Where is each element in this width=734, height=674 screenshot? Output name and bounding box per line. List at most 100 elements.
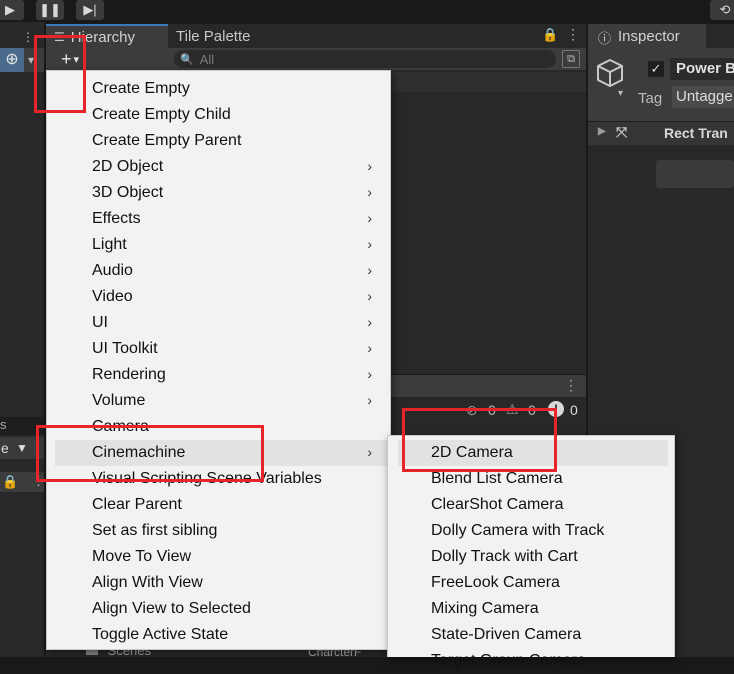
menu-item-ui-toolkit[interactable]: UI Toolkit › — [47, 336, 390, 362]
menu-item-video[interactable]: Video › — [47, 284, 390, 310]
submenu-arrow-icon: › — [367, 392, 372, 408]
menu-item-align-view-to-selected[interactable]: Align View to Selected — [47, 596, 390, 622]
tab-inspector[interactable]: ⓘ Inspector — [588, 24, 706, 48]
history-button[interactable]: ⟲ — [710, 0, 734, 20]
submenu-item-label: Dolly Track with Cart — [431, 548, 578, 565]
submenu-arrow-icon: › — [367, 236, 372, 252]
pause-button[interactable]: ❚❚ — [36, 0, 64, 20]
menu-item-label: UI Toolkit — [92, 340, 158, 357]
menu-item-label: 3D Object — [92, 184, 164, 201]
menu-item-label: Create Empty Child — [92, 106, 231, 123]
menu-item-create-empty-child[interactable]: Create Empty Child — [47, 102, 390, 128]
submenu-item-label: FreeLook Camera — [431, 574, 560, 591]
tag-label: Tag — [638, 90, 663, 107]
top-toolbar: ▶ ❚❚ ▶| ⟲ — [0, 0, 734, 22]
scene-visibility-icon[interactable]: ⧉ — [562, 50, 580, 68]
scene-view-strip: ⋮ ⊕ ▾ s e ▼ 🔒 ⋮ — [0, 22, 45, 657]
menu-item-create-empty[interactable]: Create Empty — [47, 76, 390, 102]
menu-item-label: UI — [92, 314, 108, 331]
submenu-item-state-driven-camera[interactable]: State-Driven Camera — [388, 622, 674, 648]
object-name-field[interactable]: Power B — [670, 58, 734, 80]
hierarchy-row[interactable] — [386, 72, 586, 92]
search-icon: 🔍 — [180, 53, 194, 66]
menu-item-label: Create Empty Parent — [92, 132, 242, 149]
menu-item-toggle-active-state[interactable]: Toggle Active State — [47, 622, 390, 648]
kebab-menu-icon[interactable]: ⋮ — [566, 26, 580, 43]
menu-item-label: Rendering — [92, 366, 166, 383]
submenu-arrow-icon: › — [367, 314, 372, 330]
info-circle-icon: ⓘ — [598, 31, 612, 46]
annotation-box-cinemachine — [36, 425, 264, 482]
chevron-down-icon: ▼ — [16, 441, 28, 455]
component-label: Rect Tran — [664, 125, 728, 141]
inspector-button[interactable] — [656, 160, 734, 188]
menu-item-ui[interactable]: UI › — [47, 310, 390, 336]
menu-item-3d-object[interactable]: 3D Object › — [47, 180, 390, 206]
history-icon: ⟲ — [719, 2, 731, 17]
foldout-arrow-icon[interactable]: ▶ — [598, 126, 606, 137]
submenu-item-label: Blend List Camera — [431, 470, 563, 487]
menu-item-create-empty-parent[interactable]: Create Empty Parent — [47, 128, 390, 154]
submenu-item-dolly-track-with-cart[interactable]: Dolly Track with Cart — [388, 544, 674, 570]
lock-icon[interactable]: 🔒 — [2, 474, 18, 490]
menu-item-label: Move To View — [92, 548, 192, 565]
submenu-item-freelook-camera[interactable]: FreeLook Camera — [388, 570, 674, 596]
menu-item-audio[interactable]: Audio › — [47, 258, 390, 284]
menu-item-clear-parent[interactable]: Clear Parent — [47, 492, 390, 518]
pause-icon: ❚❚ — [39, 2, 61, 17]
submenu-item-label: State-Driven Camera — [431, 626, 582, 643]
submenu-arrow-icon: › — [367, 288, 372, 304]
step-icon: ▶| — [83, 2, 97, 17]
menu-item-set-as-first-sibling[interactable]: Set as first sibling — [47, 518, 390, 544]
submenu-item-mixing-camera[interactable]: Mixing Camera — [388, 596, 674, 622]
menu-item-label: Create Empty — [92, 80, 190, 97]
tab-tile-palette[interactable]: Tile Palette — [168, 24, 298, 48]
submenu-item-clearshot-camera[interactable]: ClearShot Camera — [388, 492, 674, 518]
menu-item-label: Volume — [92, 392, 146, 409]
menu-item-effects[interactable]: Effects › — [47, 206, 390, 232]
step-button[interactable]: ▶| — [76, 0, 104, 20]
submenu-arrow-icon: › — [367, 158, 372, 174]
gizmo-globe-icon[interactable]: ⊕ — [0, 48, 24, 72]
menu-item-label: Toggle Active State — [92, 626, 229, 643]
rect-transform-icon: ⤧ — [616, 124, 628, 140]
menu-item-label: Video — [92, 288, 133, 305]
menu-item-light[interactable]: Light › — [47, 232, 390, 258]
menu-item-align-with-view[interactable]: Align With View — [47, 570, 390, 596]
annotation-box-2d-camera — [402, 408, 557, 472]
kebab-menu-icon[interactable]: ⋮ — [564, 377, 578, 394]
tab-tile-palette-label: Tile Palette — [176, 27, 251, 45]
submenu-arrow-icon: › — [367, 366, 372, 382]
tab-inspector-label: Inspector — [618, 27, 680, 45]
search-input[interactable]: 🔍 All — [174, 50, 556, 68]
info-count: 0 — [570, 402, 578, 418]
play-button[interactable]: ▶ — [0, 0, 24, 20]
chevron-down-icon[interactable]: ▾ — [618, 88, 623, 99]
menu-item-label: Align With View — [92, 574, 203, 591]
search-placeholder: All — [199, 51, 215, 67]
menu-item-2d-object[interactable]: 2D Object › — [47, 154, 390, 180]
lock-icon[interactable]: 🔒 — [542, 27, 558, 43]
menu-item-label: Align View to Selected — [92, 600, 251, 617]
layout-dropdown-label: e — [1, 440, 9, 456]
submenu-item-label: Target Group Camera — [431, 652, 586, 669]
cube-icon — [597, 58, 623, 88]
active-checkbox[interactable]: ✓ — [648, 61, 664, 77]
rect-transform-header[interactable]: ▶ ⤧ Rect Tran — [588, 121, 734, 145]
tag-dropdown[interactable]: Untagge — [672, 86, 734, 108]
play-icon: ▶ — [5, 2, 15, 17]
menu-item-label: Clear Parent — [92, 496, 182, 513]
submenu-item-target-group-camera[interactable]: Target Group Camera — [388, 648, 674, 674]
submenu-item-label: Dolly Camera with Track — [431, 522, 605, 539]
menu-item-label: Set as first sibling — [92, 522, 218, 539]
menu-item-rendering[interactable]: Rendering › — [47, 362, 390, 388]
menu-item-volume[interactable]: Volume › — [47, 388, 390, 414]
submenu-arrow-icon: › — [367, 444, 372, 460]
submenu-arrow-icon: › — [367, 210, 372, 226]
menu-item-label: Light — [92, 236, 127, 253]
submenu-item-dolly-camera-with-track[interactable]: Dolly Camera with Track — [388, 518, 674, 544]
submenu-arrow-icon: › — [367, 340, 372, 356]
menu-item-move-to-view[interactable]: Move To View — [47, 544, 390, 570]
hierarchy-toolbar: + ▾ 🔍 All ⧉ — [46, 48, 586, 70]
annotation-box-create-button — [34, 35, 86, 113]
